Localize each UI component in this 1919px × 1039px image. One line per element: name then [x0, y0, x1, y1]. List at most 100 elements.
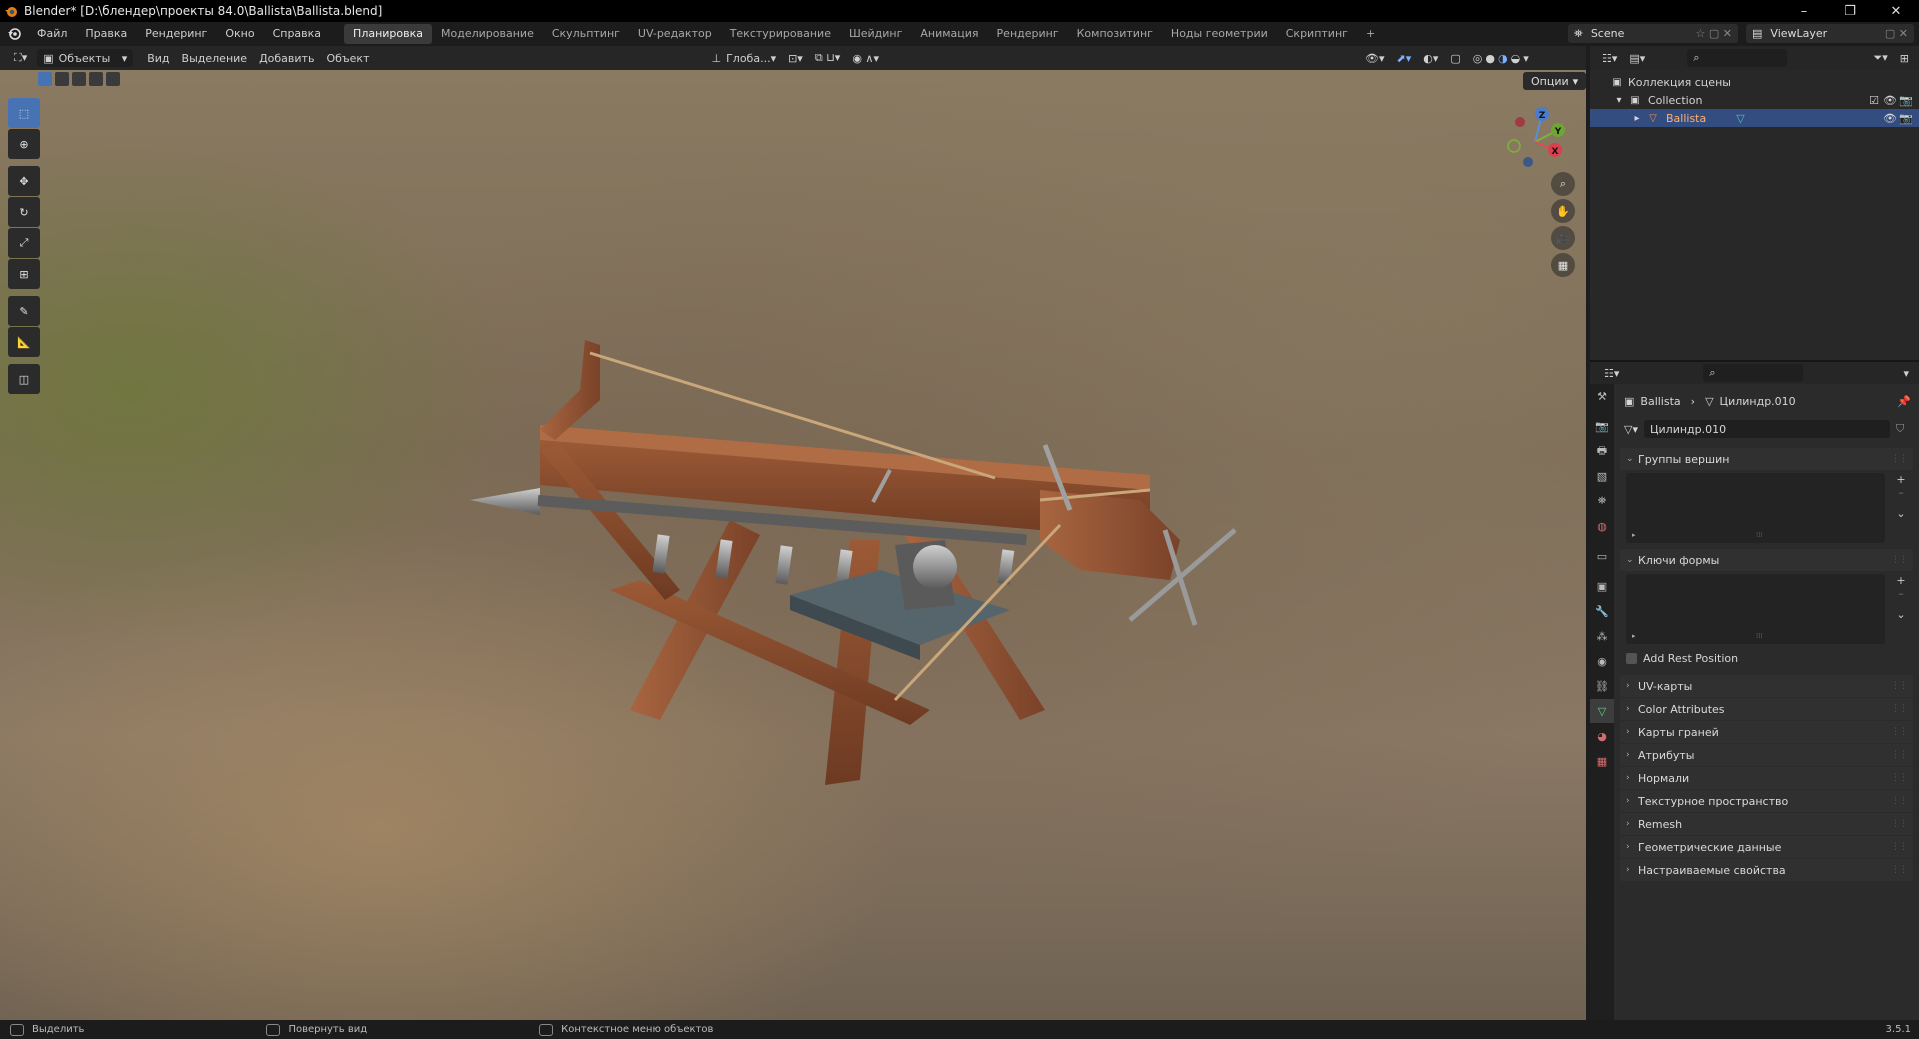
color-attributes-panel[interactable]: › Color Attributes ⋮⋮ — [1620, 698, 1913, 720]
mesh-data-tab-icon[interactable]: ▽ — [1590, 699, 1614, 723]
tab-sculpting[interactable]: Скульптинг — [543, 24, 629, 44]
drag-grip-icon[interactable]: ⋮⋮ — [1891, 819, 1908, 829]
mode-selector[interactable]: ▣ Объекты ▾ — [37, 49, 134, 67]
tab-texture-paint[interactable]: Текстурирование — [721, 24, 840, 44]
properties-search-input[interactable]: ⌕ — [1703, 364, 1804, 382]
drag-grip-icon[interactable]: ⋮⋮ — [1891, 681, 1908, 691]
chevron-down-icon[interactable]: ▾ — [1523, 52, 1529, 65]
normals-panel[interactable]: › Нормали ⋮⋮ — [1620, 767, 1913, 789]
drag-grip-icon[interactable]: ⋮⋮ — [1891, 750, 1908, 760]
particles-tab-icon[interactable]: ⁂ — [1590, 624, 1614, 648]
tool-tab-icon[interactable]: ⚒ — [1590, 384, 1614, 408]
drag-grip-icon[interactable]: ⋮⋮ — [1891, 704, 1908, 714]
proportional-edit-icon[interactable]: ◉ ∧▾ — [846, 49, 885, 67]
gizmo-neg-x-icon[interactable] — [1507, 139, 1521, 153]
view-layer-tab-icon[interactable]: ▧ — [1590, 464, 1614, 488]
drag-grip-icon[interactable]: ⋮⋮ — [1891, 842, 1908, 852]
minimize-button[interactable]: – — [1781, 0, 1827, 22]
drag-grip-icon[interactable]: ⋮⋮ — [1891, 555, 1908, 565]
menu-object[interactable]: Объект — [320, 49, 375, 67]
vertex-group-menu-icon[interactable]: ⌄ — [1896, 507, 1905, 520]
pivot-point-icon[interactable]: ⊡▾ — [782, 49, 809, 67]
fake-user-shield-icon[interactable]: ⛉ — [1896, 422, 1904, 436]
uv-maps-panel[interactable]: › UV-карты ⋮⋮ — [1620, 675, 1913, 697]
pan-hand-icon[interactable]: ✋ — [1551, 199, 1575, 223]
rendered-shading-icon[interactable]: ◒ — [1511, 52, 1521, 65]
list-expand-icon[interactable]: ▸ — [1632, 531, 1636, 539]
expand-arrow-icon[interactable]: ▸ — [1630, 113, 1644, 124]
vertex-groups-list[interactable]: ▸ ⁞⁞⁞ — [1626, 473, 1885, 543]
tab-scripting[interactable]: Скриптинг — [1277, 24, 1357, 44]
outliner-search-input[interactable]: ⌕ — [1687, 49, 1788, 67]
output-tab-icon[interactable]: 🖶 — [1590, 439, 1614, 463]
remove-shape-key-icon[interactable]: – — [1898, 587, 1904, 600]
drag-grip-icon[interactable]: ⋮⋮ — [1891, 773, 1908, 783]
menu-select[interactable]: Выделение — [176, 49, 254, 67]
3d-viewport[interactable]: Опции ▾ Z Y X ⌕ ✋ 🎥 ▦ — [0, 70, 1586, 1020]
material-shading-icon[interactable]: ◑ — [1498, 52, 1508, 65]
transform-tool-icon[interactable]: ⊞ — [8, 259, 40, 289]
move-tool-icon[interactable]: ✥ — [8, 166, 40, 196]
wireframe-shading-icon[interactable]: ◎ — [1473, 52, 1483, 65]
menu-edit[interactable]: Правка — [76, 22, 136, 46]
visibility-eye-icon[interactable]: 👁 — [1883, 112, 1897, 125]
add-rest-position-checkbox[interactable] — [1626, 652, 1637, 664]
scene-selector[interactable]: ⛯ Scene ☆ ▢ ✕ — [1568, 24, 1738, 43]
new-collection-icon[interactable]: ⊞ — [1894, 49, 1915, 67]
tab-geometry-nodes[interactable]: Ноды геометрии — [1162, 24, 1277, 44]
list-resize-grip-icon[interactable]: ⁞⁞⁞ — [1756, 531, 1763, 539]
mesh-name-field[interactable]: Цилиндр.010 — [1643, 420, 1890, 438]
add-cube-tool-icon[interactable]: ◫ — [8, 364, 40, 394]
shape-keys-list[interactable]: ▸ ⁞⁞⁞ — [1626, 574, 1885, 644]
tab-layout[interactable]: Планировка — [344, 24, 433, 44]
texture-tab-icon[interactable]: ▦ — [1590, 749, 1614, 773]
editor-type-icon[interactable]: ⛶▾ — [8, 49, 33, 67]
chevron-down-icon[interactable]: ▾ — [1897, 364, 1915, 382]
ballista-model[interactable] — [0, 70, 1586, 1020]
ortho-grid-icon[interactable]: ▦ — [1551, 253, 1575, 277]
tree-object-ballista[interactable]: ▸ ▽ Ballista ▽ 👁 📷 — [1590, 109, 1919, 127]
view-layer-selector[interactable]: ▤ ViewLayer ▢ ✕ — [1746, 24, 1914, 43]
properties-editor-type-icon[interactable]: ☷▾ — [1598, 364, 1625, 382]
navigation-gizmo[interactable]: Z Y X — [1500, 102, 1570, 172]
drag-grip-icon[interactable]: ⋮⋮ — [1891, 727, 1908, 737]
select-box-tool-icon[interactable]: ⬚ — [8, 98, 40, 128]
filter-icon[interactable]: ⏷▾ — [1867, 49, 1893, 67]
blender-menu-icon[interactable] — [0, 26, 28, 43]
tab-compositing[interactable]: Композитинг — [1068, 24, 1162, 44]
render-tab-icon[interactable]: 📷 — [1590, 414, 1614, 438]
gizmo-toggle-icon[interactable]: ⬈▾ — [1390, 49, 1417, 67]
camera-view-icon[interactable]: 🎥 — [1551, 226, 1575, 250]
maximize-button[interactable]: ❐ — [1827, 0, 1873, 22]
collection-tab-icon[interactable]: ▭ — [1590, 544, 1614, 568]
snap-icon[interactable]: ⧉ ⊔▾ — [809, 49, 846, 67]
face-maps-panel[interactable]: › Карты граней ⋮⋮ — [1620, 721, 1913, 743]
scene-tab-icon[interactable]: ⛯ — [1590, 489, 1614, 513]
tab-shading[interactable]: Шейдинг — [840, 24, 911, 44]
menu-file[interactable]: Файл — [28, 22, 76, 46]
menu-add[interactable]: Добавить — [253, 49, 320, 67]
zoom-icon[interactable]: ⌕ — [1551, 172, 1575, 196]
geometry-data-panel[interactable]: › Геометрические данные ⋮⋮ — [1620, 836, 1913, 858]
tab-uv-editing[interactable]: UV-редактор — [629, 24, 721, 44]
exclude-checkbox-icon[interactable]: ☑ — [1869, 94, 1879, 107]
material-tab-icon[interactable]: ◕ — [1590, 724, 1614, 748]
outliner-editor-type-icon[interactable]: ☷▾ — [1596, 49, 1623, 67]
scale-tool-icon[interactable]: ⤢ — [8, 228, 40, 258]
add-shape-key-icon[interactable]: + — [1896, 574, 1905, 587]
tab-rendering[interactable]: Рендеринг — [988, 24, 1068, 44]
object-tab-icon[interactable]: ▣ — [1590, 574, 1614, 598]
drag-grip-icon[interactable]: ⋮⋮ — [1891, 454, 1908, 464]
shape-keys-panel[interactable]: ⌄ Ключи формы ⋮⋮ — [1620, 549, 1913, 571]
visibility-icon[interactable]: 👁▾ — [1359, 49, 1391, 67]
world-tab-icon[interactable]: ◍ — [1590, 514, 1614, 538]
list-expand-icon[interactable]: ▸ — [1632, 632, 1636, 640]
list-resize-grip-icon[interactable]: ⁞⁞⁞ — [1756, 632, 1763, 640]
close-button[interactable]: ✕ — [1873, 0, 1919, 22]
measure-tool-icon[interactable]: 📐 — [8, 327, 40, 357]
gizmo-neg-z-icon[interactable] — [1523, 157, 1533, 167]
visibility-eye-icon[interactable]: 👁 — [1883, 94, 1897, 107]
tree-scene-collection[interactable]: ▣ Коллекция сцены — [1590, 73, 1919, 91]
tree-collection[interactable]: ▾ ▣ Collection ☑ 👁 📷 — [1590, 91, 1919, 109]
menu-window[interactable]: Окно — [216, 22, 263, 46]
